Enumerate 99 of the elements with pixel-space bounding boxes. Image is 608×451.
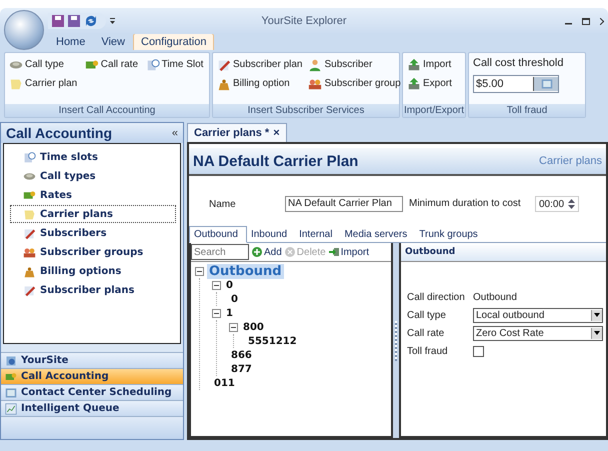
ribbon-button[interactable]: Call rate — [84, 57, 140, 72]
tree-node[interactable]: 866 — [229, 350, 254, 360]
pencil-icon — [217, 58, 231, 72]
search-field[interactable]: Search — [191, 244, 249, 260]
ribbon-button[interactable]: Subscriber plan — [217, 57, 302, 72]
nav-item[interactable]: Rates — [10, 186, 176, 204]
dropdown-icon[interactable] — [110, 18, 115, 24]
window-title: YourSite Explorer — [261, 15, 347, 27]
collapse-toggle[interactable] — [212, 308, 221, 318]
tree-node[interactable]: 011 — [212, 378, 237, 388]
group-label: Toll fraud — [469, 104, 585, 117]
collapse-toggle[interactable] — [212, 280, 221, 290]
tab[interactable]: Inbound — [246, 226, 296, 242]
group-label: Import/Export — [403, 104, 465, 117]
pencil-icon — [23, 284, 36, 296]
people-icon — [308, 76, 322, 90]
delete-icon — [284, 247, 295, 257]
nav-item[interactable]: Carrier plans — [10, 205, 176, 223]
ribbon-button[interactable]: Call type — [9, 57, 79, 72]
ribbon-button[interactable]: Subscriber — [308, 57, 401, 72]
dropdown[interactable]: Zero Cost Rate — [473, 326, 603, 340]
tab[interactable]: Trunk groups — [415, 226, 486, 242]
ribbon-button[interactable]: Subscriber group — [308, 76, 401, 91]
group-label: Insert Subscriber Services — [213, 104, 399, 117]
bag-icon — [217, 76, 231, 90]
nav-section[interactable]: Intelligent Queue — [1, 400, 183, 416]
save-icon[interactable] — [52, 15, 64, 27]
add-icon — [252, 247, 262, 257]
checkbox[interactable] — [473, 346, 484, 356]
panel-title: Call Accounting — [6, 125, 112, 141]
tree-node[interactable]: 0 — [224, 280, 235, 290]
ribbon-button[interactable]: Billing option — [217, 76, 302, 91]
maximize-icon[interactable] — [582, 18, 590, 24]
nav-item[interactable]: Subscribers — [10, 224, 176, 242]
field-label: Call direction — [407, 292, 466, 302]
nav-section[interactable]: YourSite — [1, 352, 183, 368]
arrow-icon — [407, 76, 421, 90]
tree-node[interactable]: 877 — [229, 364, 254, 374]
group-label: Insert Call Accounting — [5, 104, 209, 117]
field-label: Call rate — [407, 328, 446, 338]
field-label: Minimum duration to cost — [409, 197, 522, 211]
ribbon-button[interactable]: Carrier plan — [9, 76, 79, 91]
money-icon — [84, 58, 99, 72]
document-tab[interactable]: Carrier plans * × — [187, 123, 287, 142]
save-icon[interactable] — [68, 15, 80, 27]
field-label: Call type — [407, 310, 447, 320]
ribbon-tab[interactable]: Configuration — [133, 33, 214, 50]
arrow-icon — [407, 58, 421, 72]
spinner-icon[interactable] — [568, 199, 576, 209]
globe-icon — [5, 354, 17, 366]
tab[interactable]: Internal — [295, 226, 340, 242]
tree-node[interactable]: 0 — [229, 294, 240, 304]
ribbon-button[interactable]: Import — [407, 57, 461, 72]
tree-node[interactable]: Outbound — [207, 264, 284, 278]
collapse-toggle[interactable] — [195, 266, 204, 276]
nav-item[interactable]: Subscriber groups — [10, 243, 176, 261]
refresh-icon[interactable] — [84, 15, 98, 27]
tab[interactable]: Outbound — [189, 226, 247, 243]
threshold-field[interactable]: $5.00 — [473, 75, 559, 93]
collapse-button[interactable]: « — [172, 127, 178, 139]
note-icon — [23, 208, 36, 220]
import-icon — [328, 247, 339, 257]
toolbar-button[interactable]: Add — [252, 246, 282, 258]
nav-section[interactable]: Contact Center Scheduling — [1, 384, 183, 400]
money-icon — [5, 370, 17, 382]
tree-node[interactable]: 1 — [224, 308, 235, 318]
people-icon — [23, 246, 36, 258]
nav-item[interactable]: Call types — [10, 167, 176, 185]
document-title: NA Default Carrier Plan — [193, 152, 358, 170]
duration-field[interactable]: 00:00 — [535, 196, 580, 212]
field-value: Outbound — [473, 292, 517, 302]
ribbon-tab[interactable]: Home — [48, 33, 94, 50]
money-icon — [23, 188, 36, 202]
field-label: Toll fraud — [407, 346, 449, 356]
collapse-toggle[interactable] — [229, 322, 238, 332]
pencil-icon — [23, 226, 36, 240]
person-icon — [308, 58, 322, 72]
nav-item[interactable]: Billing options — [10, 262, 176, 280]
tree-node[interactable]: 800 — [241, 322, 266, 332]
tree-node[interactable]: 5551212 — [246, 336, 299, 346]
ribbon-button[interactable]: Time Slot — [146, 57, 205, 72]
nav-item[interactable]: Time slots — [10, 148, 176, 166]
app-menu-button[interactable] — [4, 10, 44, 50]
document-type: Carrier plans — [539, 155, 602, 167]
ribbon-button[interactable]: Export — [407, 76, 461, 91]
nav-item[interactable]: Subscriber plans — [10, 281, 176, 299]
field-label: Name — [209, 198, 237, 210]
bag-icon — [23, 264, 36, 278]
chart-icon — [5, 402, 17, 414]
close-icon[interactable]: × — [273, 127, 280, 139]
pane-header: Outbound — [401, 243, 606, 262]
tab[interactable]: Media servers — [340, 226, 416, 242]
nav-section[interactable]: Call Accounting — [1, 368, 183, 384]
toolbar-button[interactable]: Import — [328, 246, 370, 258]
ribbon-tab[interactable]: View — [93, 33, 133, 50]
field-label: Call cost threshold — [473, 57, 564, 69]
dropdown[interactable]: Local outbound — [473, 308, 603, 322]
note-icon — [9, 76, 23, 90]
name-field[interactable]: NA Default Carrier Plan — [285, 196, 403, 212]
